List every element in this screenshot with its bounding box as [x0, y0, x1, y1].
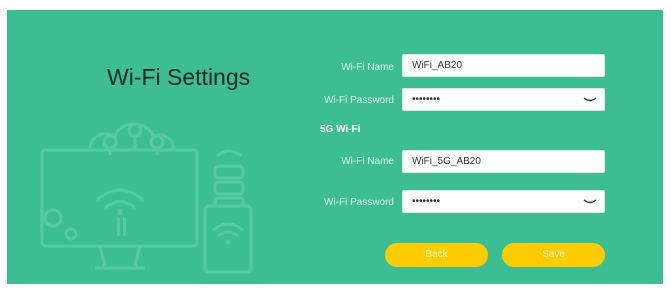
save-button[interactable]: Save [502, 243, 605, 267]
wifi-5g-name-label: Wi-Fi Name [341, 156, 394, 167]
wifi-password-input[interactable]: •••••••• [402, 88, 605, 111]
wifi-name-value: WiFi_AB20 [412, 60, 463, 71]
arrow-up-icon [117, 218, 120, 236]
router-icon [213, 164, 245, 180]
wifi-5g-name-input[interactable]: WiFi_5G_AB20 [402, 150, 605, 173]
eye-closed-icon[interactable] [583, 94, 597, 104]
page-title: Wi-Fi Settings [107, 64, 251, 90]
arrow-down-icon [123, 218, 126, 236]
devices-illustration [40, 122, 253, 274]
wifi-settings-panel: Wi-Fi Settings Wi-Fi Name WiFi_AB20 Wi-F… [7, 10, 663, 284]
wifi-5g-password-value: •••••••• [412, 196, 441, 207]
wifi-5g-name-value: WiFi_5G_AB20 [412, 156, 481, 167]
back-button[interactable]: Back [385, 243, 488, 267]
wifi-name-input[interactable]: WiFi_AB20 [402, 54, 605, 77]
phone-icon [203, 204, 253, 274]
wifi-password-label: Wi-Fi Password [323, 95, 394, 106]
gear-icon [43, 208, 63, 228]
eye-closed-icon[interactable] [583, 196, 597, 206]
wifi-5g-password-label: Wi-Fi Password [323, 197, 394, 208]
wifi-name-label: Wi-Fi Name [341, 62, 394, 73]
wifi-5g-password-input[interactable]: •••••••• [402, 190, 605, 213]
wifi-password-value: •••••••• [412, 94, 441, 105]
section-5g-label: 5G Wi-Fi [320, 124, 361, 135]
